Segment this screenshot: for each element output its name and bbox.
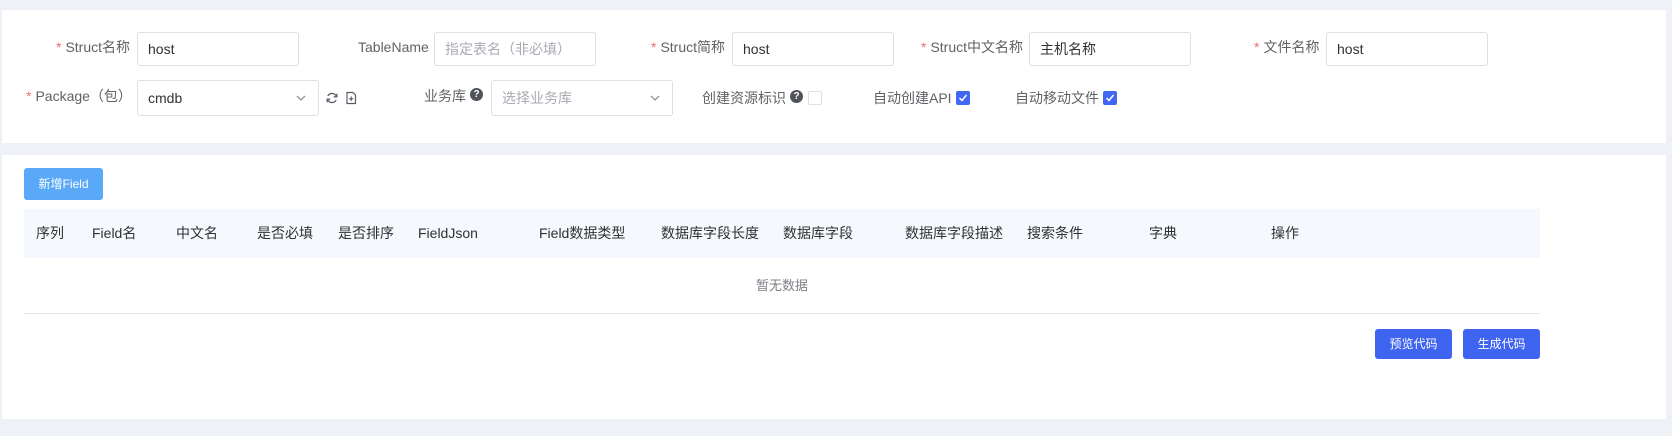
add-document-icon[interactable]	[344, 91, 358, 105]
check-icon	[958, 94, 968, 102]
column-header-index: 序列	[36, 225, 64, 241]
column-header-search: 搜索条件	[1027, 225, 1083, 241]
field-table-card: 新增Field 序列 Field名 中文名 是否必填 是否排序 FieldJso…	[2, 155, 1666, 419]
preview-code-button[interactable]: 预览代码	[1375, 329, 1452, 359]
table-name-label: TableName	[358, 39, 429, 55]
auto-move-label: 自动移动文件	[1015, 90, 1099, 106]
column-header-field-name: Field名	[92, 225, 137, 241]
add-field-button[interactable]: 新增Field	[24, 168, 103, 200]
generate-code-button[interactable]: 生成代码	[1463, 329, 1540, 359]
struct-cn-input[interactable]	[1029, 32, 1191, 66]
chevron-down-icon	[650, 95, 660, 101]
column-header-db-length: 数据库字段长度	[661, 225, 759, 241]
chevron-down-icon	[296, 95, 306, 101]
column-header-db-field: 数据库字段	[783, 225, 853, 241]
empty-state: 暂无数据	[24, 258, 1540, 314]
struct-abbr-label: * Struct简称	[651, 39, 726, 55]
column-header-db-desc: 数据库字段描述	[905, 225, 1003, 241]
question-icon[interactable]: ?	[470, 88, 483, 101]
struct-name-label: * Struct名称	[56, 39, 131, 55]
column-header-required: 是否必填	[257, 225, 313, 241]
create-resource-checkbox[interactable]	[808, 91, 822, 105]
auto-api-checkbox[interactable]	[956, 91, 970, 105]
check-icon	[1105, 94, 1115, 102]
column-header-dict: 字典	[1149, 225, 1177, 241]
struct-abbr-input[interactable]	[732, 32, 894, 66]
struct-cn-label: * Struct中文名称	[921, 39, 1024, 55]
create-resource-label: 创建资源标识?	[702, 88, 803, 108]
package-label: * Package（包）	[26, 88, 132, 104]
business-db-select[interactable]: 选择业务库	[491, 80, 673, 116]
refresh-icon[interactable]	[325, 91, 339, 105]
table-name-input[interactable]	[434, 32, 596, 66]
struct-form-card: *Struct名称 TableName *Struct简称 *Struct中文名…	[2, 10, 1666, 143]
table-header: 序列 Field名 中文名 是否必填 是否排序 FieldJson Field数…	[24, 209, 1540, 258]
column-header-sortable: 是否排序	[338, 225, 394, 241]
auto-api-label: 自动创建API	[873, 90, 952, 106]
auto-move-checkbox[interactable]	[1103, 91, 1117, 105]
column-header-actions: 操作	[1271, 225, 1299, 241]
file-name-label: * 文件名称	[1254, 39, 1320, 55]
column-header-cn-name: 中文名	[176, 225, 218, 241]
package-select[interactable]: cmdb	[137, 80, 319, 116]
column-header-field-type: Field数据类型	[539, 225, 626, 241]
column-header-field-json: FieldJson	[418, 225, 478, 241]
question-icon[interactable]: ?	[790, 90, 803, 103]
struct-name-input[interactable]	[137, 32, 299, 66]
file-name-input[interactable]	[1326, 32, 1488, 66]
business-db-label: 业务库?	[424, 86, 483, 106]
